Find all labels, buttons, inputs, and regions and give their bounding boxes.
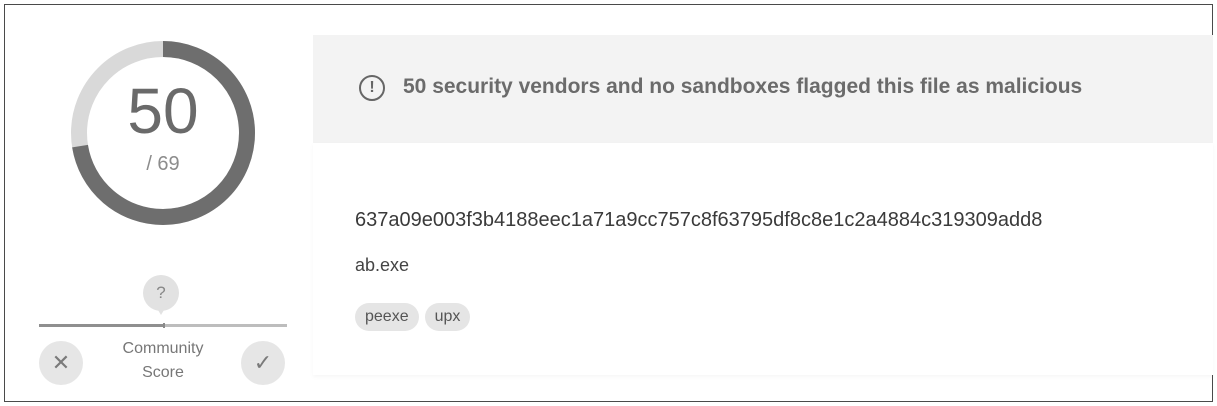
tag-upx[interactable]: upx xyxy=(424,303,471,331)
detection-total: / 69 xyxy=(146,153,180,175)
file-name: ab.exe xyxy=(355,255,410,275)
detection-summary: 50 security vendors and no sandboxes fla… xyxy=(403,75,1083,98)
tag-peexe[interactable]: peexe xyxy=(355,303,419,331)
community-score-bar xyxy=(39,323,287,328)
close-icon: ✕ xyxy=(51,350,71,375)
question-pin-icon: ? xyxy=(143,275,179,319)
upvote-button[interactable]: ✓ xyxy=(241,341,285,385)
community-score: ? ✕ Community Score ✓ xyxy=(35,275,287,393)
detection-count: 50 xyxy=(127,75,199,147)
detection-banner: ! 50 security vendors and no sandboxes f… xyxy=(313,35,1213,143)
file-hash[interactable]: 637a09e003f3b4188eec1a71a9cc757c8f63795d… xyxy=(355,209,1042,232)
exclamation-circle-icon: ! xyxy=(359,75,385,101)
file-report-card: 50 / 69 ? ✕ Community Score ✓ ! 50 secur… xyxy=(4,4,1213,402)
community-score-label: Community Score xyxy=(122,340,204,381)
check-icon: ✓ xyxy=(253,350,273,375)
detection-gauge: 50 / 69 xyxy=(63,33,263,233)
file-details: 637a09e003f3b4188eec1a71a9cc757c8f63795d… xyxy=(313,143,1213,375)
score-column: 50 / 69 ? ✕ Community Score ✓ xyxy=(5,5,305,401)
file-tags: peexe upx xyxy=(355,303,471,331)
downvote-button[interactable]: ✕ xyxy=(39,341,83,385)
